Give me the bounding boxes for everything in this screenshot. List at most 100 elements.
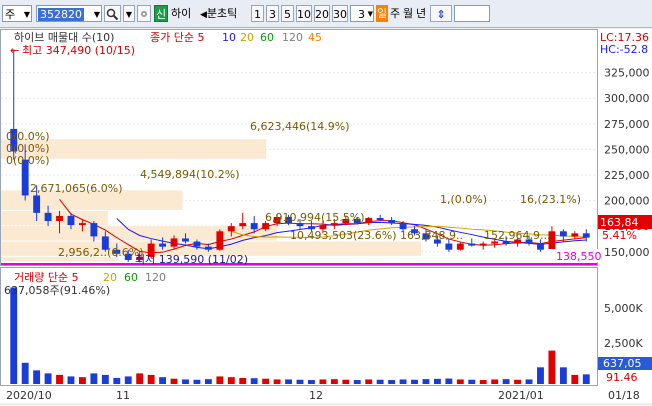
ma-120-label: 120 xyxy=(282,31,303,44)
extra-input[interactable] xyxy=(454,5,490,22)
volume-bar xyxy=(388,380,396,384)
interval-20-button[interactable]: 20 xyxy=(314,5,330,22)
volume-bar xyxy=(296,379,304,384)
price-axis-tick: 200,000 xyxy=(604,195,650,208)
period-input[interactable]: 3 ▼ xyxy=(350,5,374,22)
stock-chart: 하이브 매물대 수(10) 종가 단순 5 10 20 60 120 45 최고… xyxy=(0,29,652,403)
volume-bar xyxy=(514,379,522,384)
volume-bar xyxy=(90,373,98,384)
search-button[interactable] xyxy=(104,5,121,22)
signal-badge[interactable]: 신 xyxy=(154,5,168,22)
ma-10-label: 10 xyxy=(222,31,236,44)
volume-bar xyxy=(537,367,544,384)
volume-bar xyxy=(21,362,29,384)
candle-body xyxy=(456,243,464,250)
price-axis-tick: 225,000 xyxy=(604,169,650,182)
volume-bar xyxy=(411,379,418,384)
candle-body xyxy=(182,238,189,242)
volume-bar xyxy=(433,378,441,384)
volume-bar xyxy=(399,379,407,384)
candle-body xyxy=(537,243,544,250)
current-volume-pct: 91.46 xyxy=(606,371,638,384)
price-axis-tick: 325,000 xyxy=(604,67,650,80)
candle-body xyxy=(250,223,258,230)
unit-week-button[interactable]: 주 xyxy=(389,5,401,22)
x-axis-bg xyxy=(0,386,652,403)
volume-bar xyxy=(273,379,281,384)
x-axis-label: 01/18 xyxy=(608,389,640,402)
search-icon xyxy=(106,8,119,21)
volume-bar xyxy=(525,379,533,384)
ma-20-label: 20 xyxy=(240,31,254,44)
max-price-label: 최고 347,490 (10/15) xyxy=(22,44,135,57)
vol-ma-20-label: 20 xyxy=(103,271,117,284)
chart-area: 하이브 매물대 수(10) 종가 단순 5 10 20 60 120 45 최고… xyxy=(0,29,652,403)
volume-bar xyxy=(56,374,63,384)
ma-60-label: 60 xyxy=(260,31,274,44)
unit-year-button[interactable]: 년 xyxy=(415,5,427,22)
interval-1-button[interactable]: 1 xyxy=(251,5,264,22)
sort-button[interactable]: ⇕ xyxy=(430,5,452,22)
candle-body xyxy=(239,223,247,227)
volume-bar xyxy=(78,377,86,384)
volume-bar xyxy=(204,379,212,384)
candle-body xyxy=(56,215,63,222)
chart-type-selector[interactable]: ◀분초틱 xyxy=(200,5,250,22)
volume-bar xyxy=(182,379,189,384)
chevron-down-icon: ▼ xyxy=(93,10,100,19)
candle-body xyxy=(33,195,41,213)
unit-day-button[interactable]: 일 xyxy=(376,5,388,22)
mode-value: 주 xyxy=(5,8,16,21)
candle-body xyxy=(159,243,167,247)
candle-body xyxy=(262,223,270,230)
overlap-label: 152,964,9... xyxy=(484,229,550,242)
dropdown-button[interactable]: ▼ xyxy=(123,5,135,22)
magenta-level-label: 138,550 xyxy=(556,250,602,263)
settings-button[interactable] xyxy=(137,5,151,22)
volume-bar xyxy=(262,378,270,384)
profile-bar xyxy=(1,226,277,241)
volume-bar xyxy=(10,287,18,384)
interval-3-button[interactable]: 3 xyxy=(266,5,279,22)
profile-label: 4,549,894(10.2%) xyxy=(140,168,240,181)
volume-bar xyxy=(170,378,178,384)
interval-30-button[interactable]: 30 xyxy=(332,5,348,22)
chevron-down-icon: ▼ xyxy=(367,10,373,18)
volume-bar xyxy=(101,374,109,384)
unit-month-button[interactable]: 월 xyxy=(402,5,414,22)
current-price-label: 163,84 xyxy=(600,216,639,229)
volume-bar xyxy=(491,379,499,384)
mode-select[interactable]: 주 ▼ xyxy=(2,5,32,22)
price-axis-tick: 250,000 xyxy=(604,143,650,156)
volume-bar xyxy=(319,379,327,384)
interval-5-button[interactable]: 5 xyxy=(281,5,294,22)
vol-ma-120-label: 120 xyxy=(145,271,166,284)
hc-label: HC:-52.8 xyxy=(600,43,648,56)
volume-bar xyxy=(124,376,132,384)
price-axis-tick: 275,000 xyxy=(604,118,650,131)
stock-name: 하이 xyxy=(171,7,192,20)
volume-bar xyxy=(456,379,464,384)
min-price-label: 최저 139,590 (11/02) xyxy=(135,253,248,266)
ma-label: 종가 단순 5 xyxy=(150,31,204,44)
interval-10-button[interactable]: 10 xyxy=(296,5,312,22)
candle-body xyxy=(376,217,384,221)
x-axis-label: 12 xyxy=(309,389,323,402)
candle-body xyxy=(445,243,453,250)
price-panel-title: 하이브 매물대 수(10) xyxy=(14,30,114,44)
volume-bar xyxy=(559,367,567,384)
profile-label: 2,671,065(6.0%) xyxy=(30,182,123,195)
volume-bar xyxy=(227,377,235,384)
volume-bar xyxy=(159,377,167,384)
volume-bar xyxy=(445,378,453,384)
vol-ma-60-label: 60 xyxy=(124,271,138,284)
chevron-left-icon: ◀ xyxy=(200,10,207,20)
volume-bar xyxy=(502,379,510,384)
volume-bar xyxy=(376,379,384,384)
candle-body xyxy=(170,238,178,247)
stock-code-input[interactable]: 352820 ▼ xyxy=(36,5,102,22)
volume-bar xyxy=(479,380,487,384)
candle-body xyxy=(193,241,201,247)
profile-label: 2,956,2..(6.6%) xyxy=(58,246,144,259)
volume-bar xyxy=(33,370,41,384)
